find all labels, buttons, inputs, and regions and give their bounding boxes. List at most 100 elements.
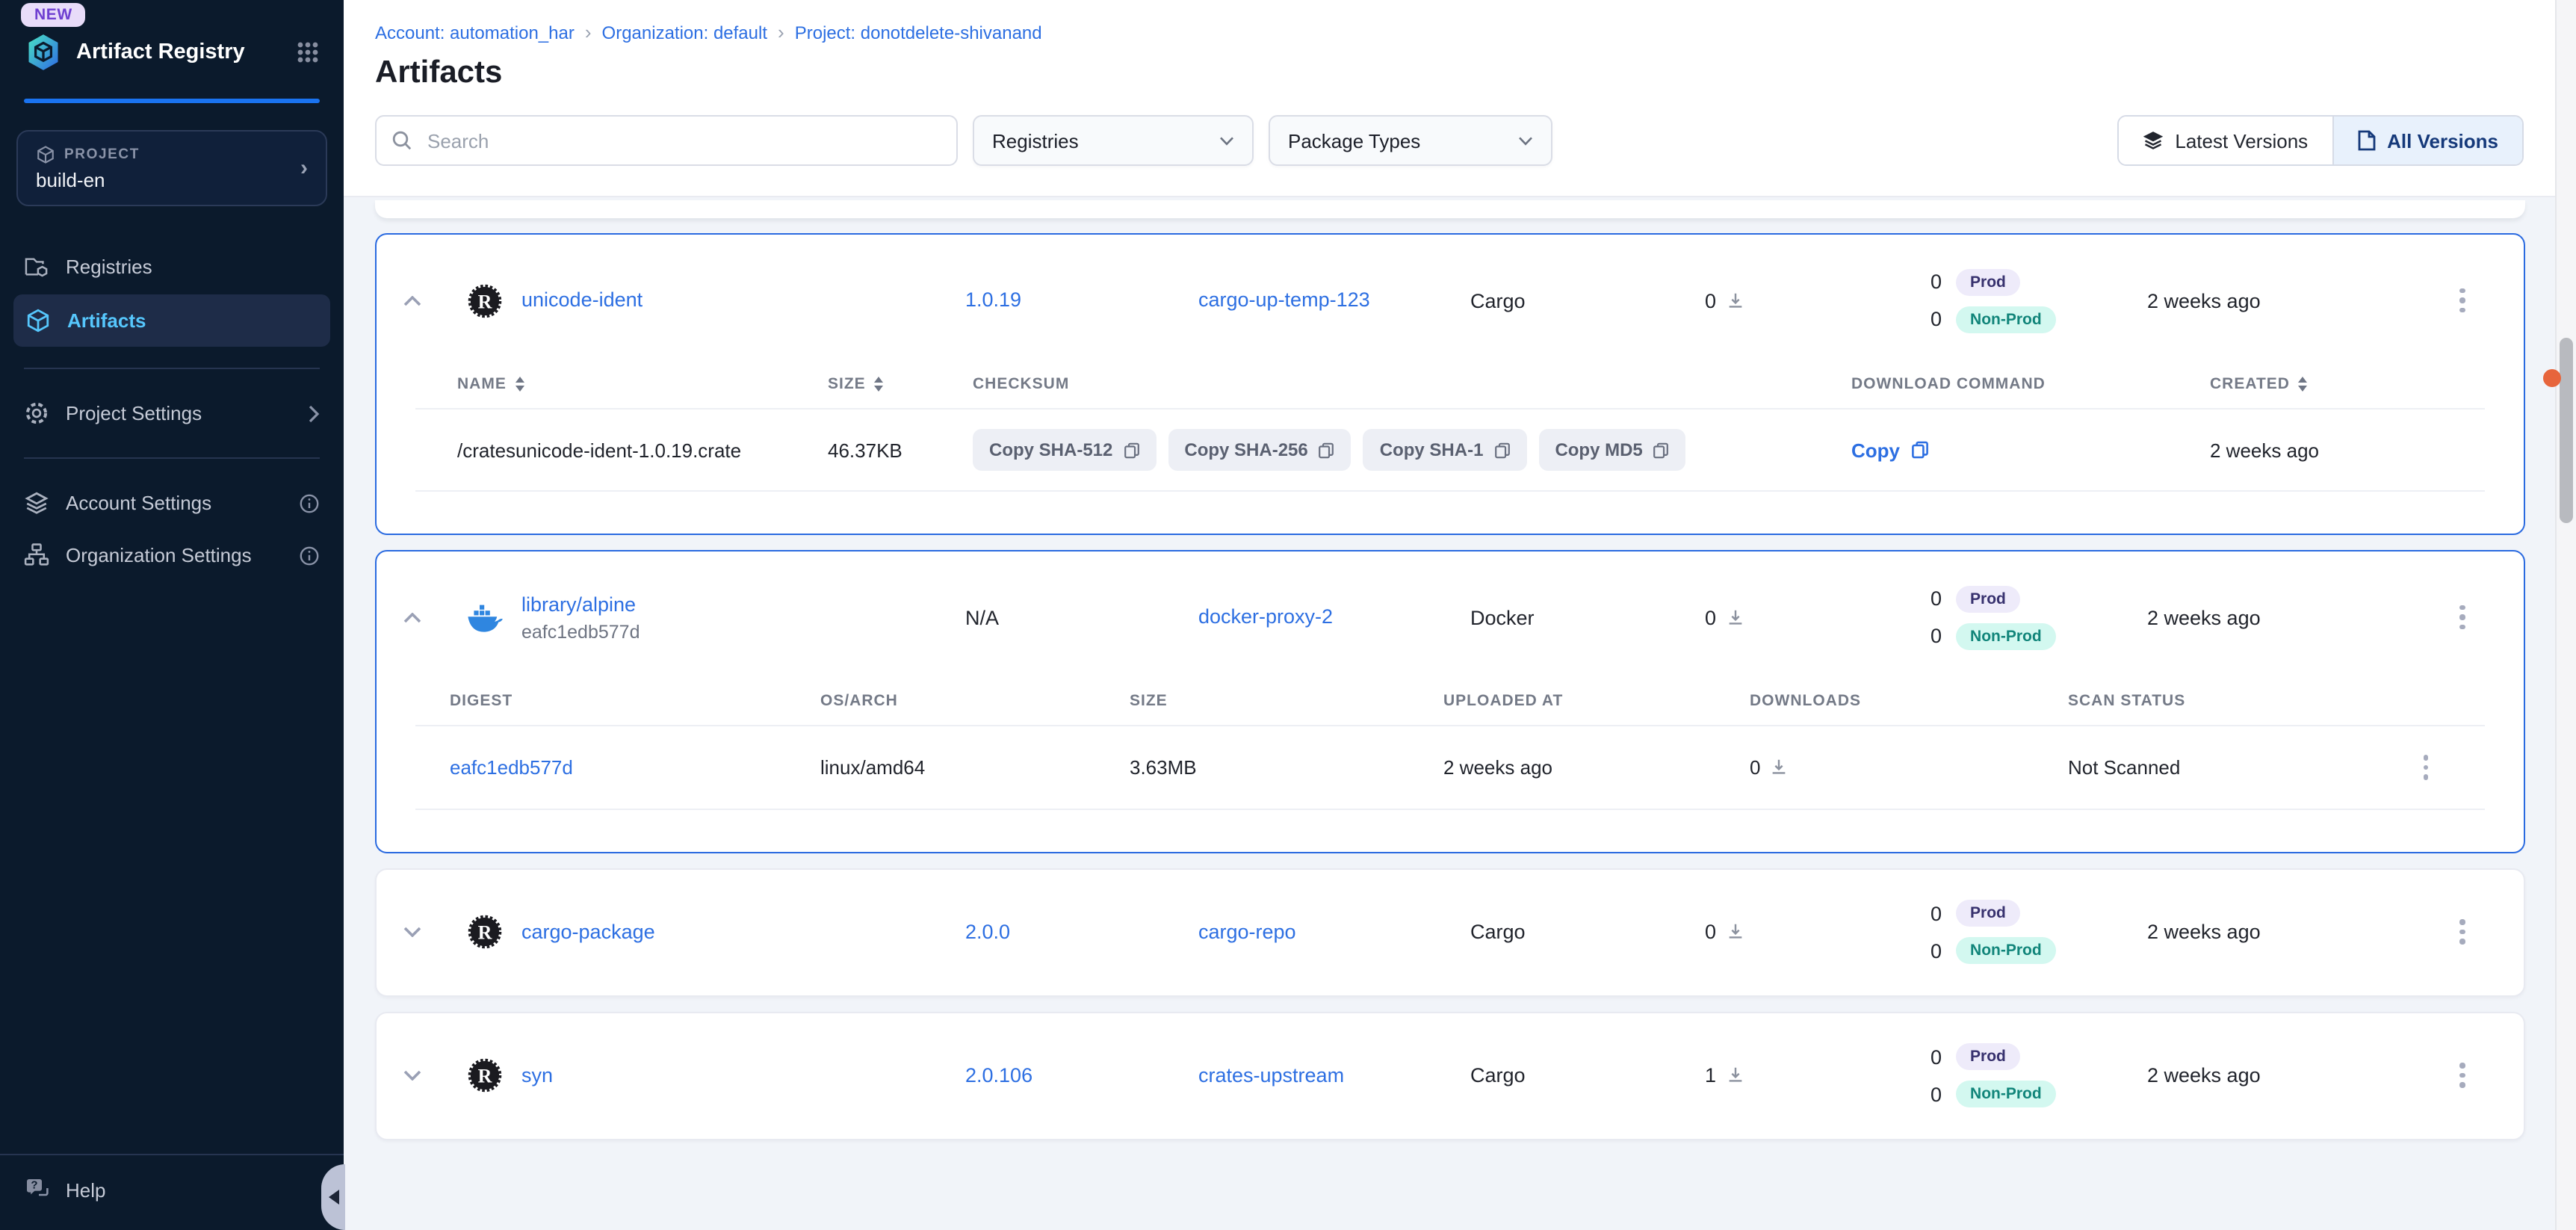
file-row: /cratesunicode-ident-1.0.19.crate 46.37K… [415, 408, 2485, 492]
collapse-row-button[interactable] [377, 295, 448, 306]
breadcrumb: Account: automation_har › Organization: … [375, 21, 2524, 43]
column-header-size[interactable]: SIZE [828, 375, 973, 393]
row-menu-kebab[interactable] [2451, 279, 2474, 322]
expand-row-button[interactable] [377, 927, 448, 937]
manifest-row: eafc1edb577d linux/amd64 3.63MB 2 weeks … [415, 725, 2485, 809]
app-switcher-button[interactable] [296, 40, 320, 64]
file-size: 46.37KB [828, 439, 973, 461]
artifact-type: Docker [1470, 606, 1705, 628]
sidebar-item-account-settings[interactable]: Account Settings [0, 477, 344, 529]
collapse-left-icon [328, 1190, 338, 1205]
artifact-name-link[interactable]: unicode-ident [521, 288, 643, 311]
versions-toggle-group: Latest Versions All Versions [2117, 115, 2524, 166]
files-table: NAME SIZE CHECKSUM DOWNLOAD COMMAND CREA… [415, 366, 2485, 534]
chevron-down-icon [1219, 135, 1234, 146]
artifact-name-link[interactable]: cargo-package [521, 920, 655, 942]
sidebar-item-artifacts[interactable]: Artifacts [13, 294, 330, 347]
sidebar-item-project-settings[interactable]: Project Settings [0, 387, 344, 439]
artifact-row: R cargo-package 2.0.0 cargo-repo Cargo 0… [377, 869, 2524, 995]
alert-indicator[interactable] [2543, 369, 2561, 387]
info-icon[interactable] [299, 545, 320, 566]
artifact-registry-link[interactable]: cargo-up-temp-123 [1198, 288, 1370, 311]
registries-dropdown-label: Registries [992, 129, 1079, 152]
prod-badge: Prod [1955, 268, 2021, 295]
sidebar-item-label: Account Settings [66, 492, 211, 514]
all-versions-button[interactable]: All Versions [2332, 117, 2522, 164]
gear-icon [24, 401, 49, 426]
digest-link[interactable]: eafc1edb577d [450, 756, 573, 779]
svg-text:?: ? [31, 1178, 37, 1191]
row-menu-kebab[interactable] [2451, 911, 2474, 954]
search-input[interactable] [424, 128, 941, 153]
copy-sha512-button[interactable]: Copy SHA-512 [973, 429, 1156, 471]
breadcrumb-organization-link[interactable]: Organization: default [602, 22, 768, 43]
artifact-downloads-count: 0 [1705, 606, 1716, 628]
project-name: build-en [36, 169, 140, 191]
new-badge: NEW [21, 3, 86, 27]
column-header-created[interactable]: CREATED [2210, 375, 2485, 393]
copy-icon [1319, 442, 1335, 458]
artifact-name-link[interactable]: syn [521, 1063, 553, 1086]
row-menu-kebab[interactable] [2451, 1054, 2474, 1097]
artifact-row: R unicode-ident 1.0.19 cargo-up-temp-123… [377, 235, 2524, 366]
prod-badge: Prod [1955, 585, 2021, 612]
artifacts-cube-icon [25, 308, 51, 333]
package-types-dropdown[interactable]: Package Types [1269, 115, 1552, 166]
file-icon [2357, 130, 2375, 151]
copy-sha1-button[interactable]: Copy SHA-1 [1363, 429, 1527, 471]
info-icon[interactable] [299, 492, 320, 513]
artifact-version-link[interactable]: 1.0.19 [965, 288, 1021, 311]
artifact-registry-link[interactable]: cargo-repo [1198, 920, 1296, 942]
artifact-version: N/A [965, 606, 1198, 628]
search-box[interactable] [375, 115, 958, 166]
column-header-name[interactable]: NAME [415, 375, 828, 393]
copy-icon [1653, 442, 1670, 458]
svg-text:R: R [478, 291, 493, 312]
project-selector[interactable]: PROJECT build-en › [16, 130, 327, 206]
nonprod-badge: Non-Prod [1955, 1081, 2057, 1107]
chevron-up-icon [403, 612, 421, 622]
scrollbar-track[interactable] [2555, 0, 2576, 1230]
row-menu-kebab[interactable] [2415, 746, 2438, 788]
chevron-down-icon [403, 927, 421, 937]
help-item[interactable]: ? Help [0, 1154, 344, 1230]
files-table-header: NAME SIZE CHECKSUM DOWNLOAD COMMAND CREA… [415, 366, 2485, 408]
artifact-downloads-count: 1 [1705, 1064, 1716, 1087]
download-icon [1725, 291, 1744, 310]
latest-versions-button[interactable]: Latest Versions [2118, 117, 2332, 164]
copy-download-command-link[interactable]: Copy [1851, 439, 2210, 461]
partially-visible-card [375, 200, 2525, 218]
artifact-row: library/alpine eafc1edb577d N/A docker-p… [377, 551, 2524, 683]
deployments-cell: 0Prod 0Non-Prod [1931, 268, 2147, 333]
artifact-version-link[interactable]: 2.0.106 [965, 1063, 1032, 1086]
expand-row-button[interactable] [377, 1070, 448, 1081]
copy-md5-button[interactable]: Copy MD5 [1538, 429, 1685, 471]
latest-versions-label: Latest Versions [2175, 129, 2308, 152]
breadcrumb-project-link[interactable]: Project: donotdelete-shivanand [795, 22, 1042, 43]
breadcrumb-separator: › [585, 21, 592, 43]
help-label: Help [66, 1179, 106, 1202]
chevron-right-icon [308, 404, 320, 422]
sidebar-item-organization-settings[interactable]: Organization Settings [0, 529, 344, 581]
breadcrumb-account-link[interactable]: Account: automation_har [375, 22, 575, 43]
svg-text:R: R [478, 922, 493, 944]
artifact-name-link[interactable]: library/alpine [521, 593, 965, 615]
row-menu-kebab[interactable] [2451, 596, 2474, 639]
page-title: Artifacts [375, 55, 2524, 91]
manifest-size: 3.63MB [1130, 756, 1443, 779]
registries-dropdown[interactable]: Registries [973, 115, 1254, 166]
sort-icon [875, 377, 884, 392]
artifact-created: 2 weeks ago [2147, 606, 2401, 628]
cargo-package-icon: R [448, 913, 521, 951]
artifact-registry-link[interactable]: crates-upstream [1198, 1063, 1344, 1086]
artifact-registry-link[interactable]: docker-proxy-2 [1198, 605, 1333, 628]
scrollbar-thumb[interactable] [2560, 338, 2573, 523]
docker-package-icon [448, 601, 521, 634]
sidebar-item-registries[interactable]: Registries [0, 242, 344, 291]
main-area: Account: automation_har › Organization: … [344, 0, 2555, 1230]
artifact-version-link[interactable]: 2.0.0 [965, 920, 1010, 942]
collapse-row-button[interactable] [377, 612, 448, 622]
nonprod-count: 0 [1931, 1083, 1942, 1105]
copy-sha256-button[interactable]: Copy SHA-256 [1168, 429, 1351, 471]
artifact-type: Cargo [1470, 289, 1705, 312]
